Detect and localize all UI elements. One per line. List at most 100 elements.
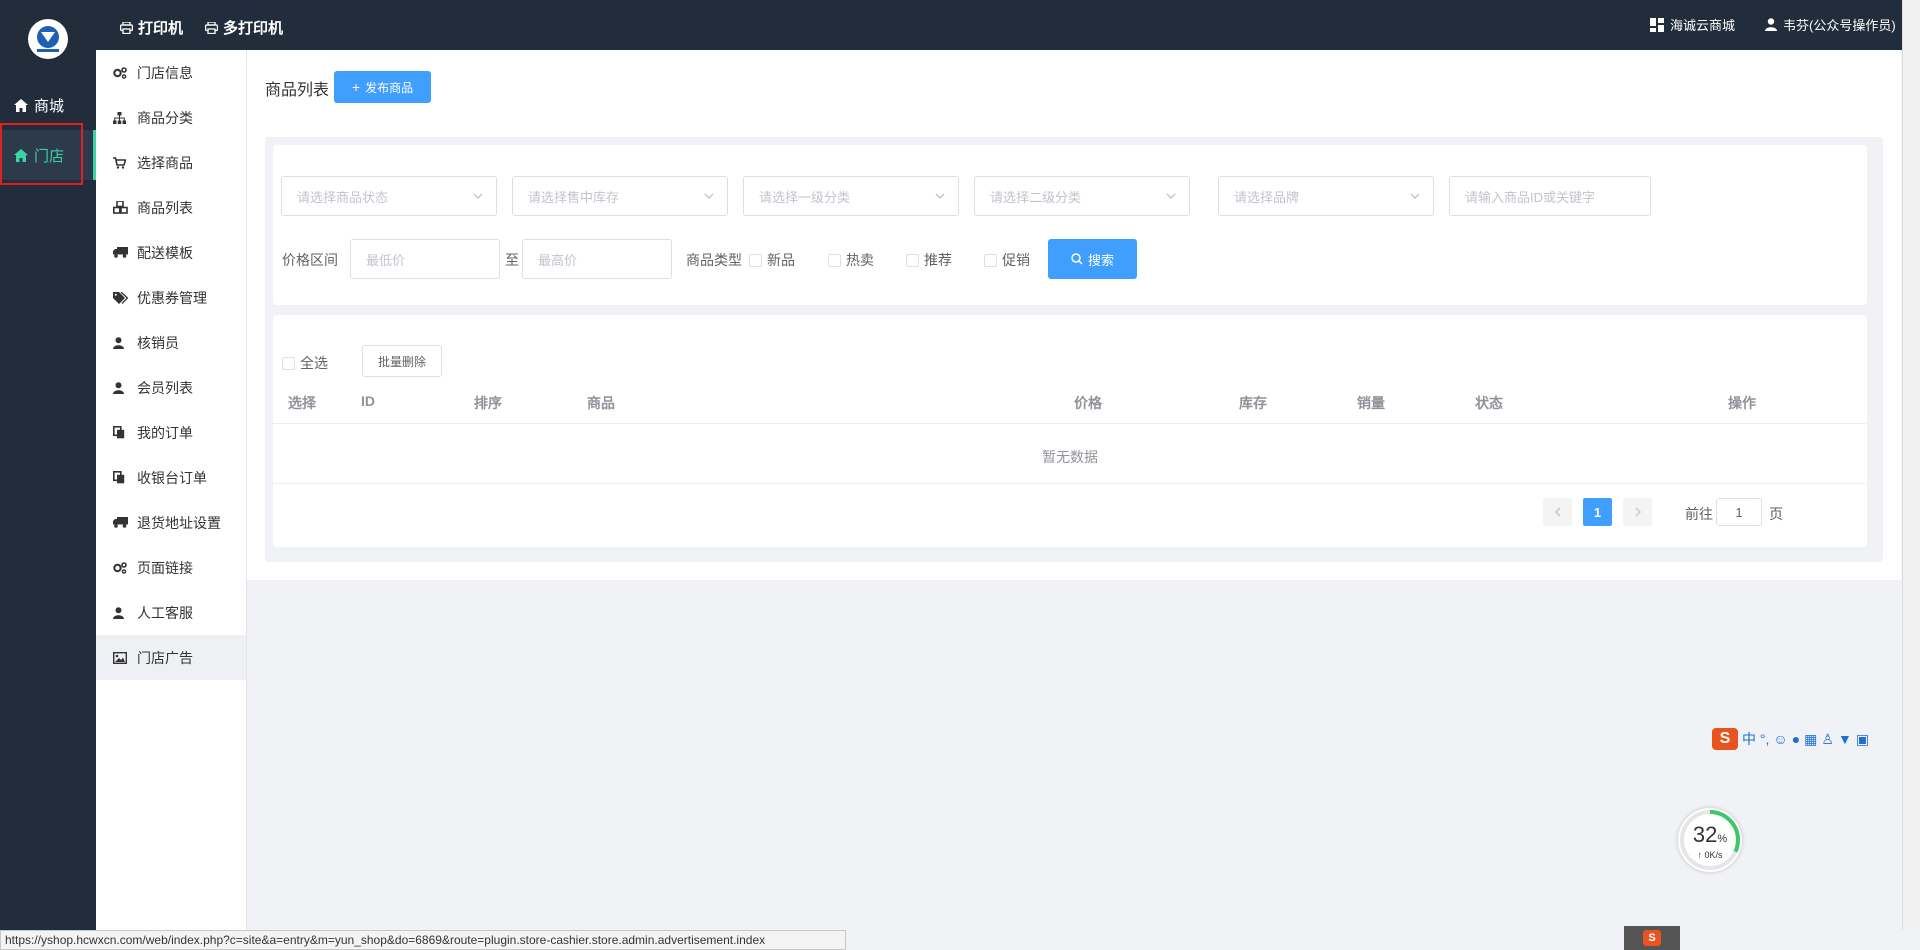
column-header-stock: 库存: [1239, 395, 1267, 411]
network-speed-widget[interactable]: 32% ↑ 0K/s: [1678, 808, 1742, 872]
submenu-item-store-info[interactable]: 门店信息: [96, 50, 246, 95]
publish-goods-button[interactable]: + 发布商品: [334, 71, 431, 103]
status-select[interactable]: 请选择商品状态: [281, 176, 497, 216]
submenu-item-label: 我的订单: [137, 424, 193, 441]
submenu-item-members[interactable]: 会员列表: [96, 365, 246, 410]
speed-percent: 32%: [1692, 822, 1728, 847]
search-button-label: 搜索: [1087, 252, 1114, 268]
logo-emblem-icon: [37, 26, 59, 52]
submenu-item-verifier[interactable]: 核销员: [96, 320, 246, 365]
type-promo-checkbox[interactable]: 促销: [984, 250, 1030, 270]
goto-page-input[interactable]: 1: [1716, 498, 1762, 526]
brand-select-placeholder: 请选择品牌: [1234, 189, 1300, 205]
stock-select[interactable]: 请选择售中库存: [512, 176, 728, 216]
submenu-item-label: 商品列表: [137, 199, 193, 216]
table-card: 全选 批量删除 选择 ID 排序 商品 价格 库存 销量 状态 操作 暂无数据: [273, 315, 1867, 547]
submenu-item-cashier-orders[interactable]: 收银台订单: [96, 455, 246, 500]
category2-select[interactable]: 请选择二级分类: [974, 176, 1190, 216]
submenu-item-label: 页面链接: [137, 559, 193, 576]
main-nav-store[interactable]: 门店: [0, 130, 96, 180]
empty-text: 暂无数据: [1042, 449, 1098, 465]
filter-card: 请选择商品状态 请选择售中库存 请选择一级分类 请选择二级分类 请选择品牌 请输…: [273, 145, 1867, 305]
submenu-item-coupons[interactable]: 优惠券管理: [96, 275, 246, 320]
search-button[interactable]: 搜索: [1048, 239, 1137, 279]
user-menu[interactable]: 韦芬(公众号操作员): [1765, 15, 1896, 34]
goods-panel: 请选择商品状态 请选择售中库存 请选择一级分类 请选择二级分类 请选择品牌 请输…: [265, 137, 1883, 562]
page-title: 商品列表: [265, 82, 330, 99]
app-logo[interactable]: [28, 19, 68, 59]
type-recommend-checkbox[interactable]: 推荐: [906, 250, 952, 270]
next-page-button[interactable]: [1623, 498, 1652, 526]
min-price-input[interactable]: 最低价: [350, 239, 500, 279]
keyword-input[interactable]: 请输入商品ID或关键字: [1449, 176, 1651, 216]
batch-delete-button[interactable]: 批量删除: [362, 345, 442, 377]
multi-printer-label: 多打印机: [223, 20, 284, 37]
max-price-input[interactable]: 最高价: [522, 239, 672, 279]
keyboard-icon: ▦: [1804, 730, 1818, 747]
user-name: 韦芬(公众号操作员): [1783, 18, 1896, 33]
type-promo-label: 促销: [1002, 252, 1030, 268]
microphone-icon: ●: [1791, 731, 1801, 747]
page-suffix: 页: [1769, 506, 1783, 522]
cubes-icon: [113, 201, 131, 214]
checkbox-icon: [984, 253, 997, 267]
taskbar-tray[interactable]: S: [1624, 926, 1680, 950]
truck-icon: [113, 247, 131, 258]
category1-select[interactable]: 请选择一级分类: [743, 176, 959, 216]
prev-page-button[interactable]: [1543, 498, 1572, 526]
search-icon: [1071, 253, 1083, 265]
select-all-checkbox[interactable]: 全选: [282, 353, 328, 373]
printer-link[interactable]: 打印机: [120, 17, 183, 38]
store-link[interactable]: 海诚云商城: [1650, 15, 1735, 34]
stock-select-placeholder: 请选择售中库存: [528, 189, 620, 205]
ime-toolbar[interactable]: S 中 °, ☺ ● ▦ ♙ ▼ ▣: [1712, 726, 1869, 752]
column-header-select: 选择: [288, 395, 316, 411]
goods-type-label: 商品类型: [686, 252, 742, 268]
person-icon: ♙: [1821, 730, 1834, 747]
submenu-item-my-orders[interactable]: 我的订单: [96, 410, 246, 455]
user-icon: [1765, 18, 1777, 31]
submenu-item-label: 退货地址设置: [137, 514, 221, 531]
submenu-item-customer-service[interactable]: 人工客服: [96, 590, 246, 635]
column-header-sort: 排序: [474, 395, 502, 411]
page-number-current[interactable]: 1: [1583, 498, 1612, 526]
to-label: 至: [505, 252, 519, 268]
submenu-item-page-links[interactable]: 页面链接: [96, 545, 246, 590]
cogs-icon: [113, 66, 131, 79]
cart-icon: [113, 156, 131, 169]
submenu: 门店信息 商品分类 选择商品 商品列表 配送模板 优惠券管理 核销员 会员列表 …: [96, 50, 247, 930]
submenu-item-label: 人工客服: [137, 604, 193, 621]
submenu-item-return-address[interactable]: 退货地址设置: [96, 500, 246, 545]
type-new-checkbox[interactable]: 新品: [749, 250, 795, 270]
submenu-item-store-ads[interactable]: 门店广告: [96, 635, 246, 680]
checkbox-icon: [906, 253, 919, 267]
image-icon: [113, 651, 131, 664]
main-content: 商品列表 + 发布商品 请选择商品状态 请选择售中库存 请选择一级分类 请选择二…: [247, 50, 1901, 930]
submenu-item-category[interactable]: 商品分类: [96, 95, 246, 140]
submenu-item-label: 核销员: [137, 334, 179, 351]
type-hot-checkbox[interactable]: 热卖: [828, 250, 874, 270]
speed-rate: ↑ 0K/s: [1697, 850, 1723, 860]
ime-mode-text: 中 °,: [1742, 731, 1770, 747]
submenu-item-label: 优惠券管理: [137, 289, 207, 306]
store-link-label: 海诚云商城: [1670, 18, 1736, 33]
sogou-logo-icon: S: [1712, 728, 1738, 750]
user-icon: [113, 606, 131, 619]
vertical-scrollbar[interactable]: [1902, 0, 1920, 930]
sitemap-icon: [113, 111, 131, 124]
brand-select[interactable]: 请选择品牌: [1218, 176, 1434, 216]
main-nav-mall[interactable]: 商城: [0, 80, 96, 130]
chevron-right-icon: [1635, 507, 1641, 517]
submenu-item-delivery-template[interactable]: 配送模板: [96, 230, 246, 275]
user-icon: [113, 381, 131, 394]
type-new-label: 新品: [767, 252, 795, 268]
printer-icon: [205, 21, 218, 34]
user-icon: [113, 336, 131, 349]
column-header-sales: 销量: [1357, 395, 1385, 411]
min-price-placeholder: 最低价: [366, 252, 406, 268]
submenu-item-goods-list[interactable]: 商品列表: [96, 185, 246, 230]
multi-printer-link[interactable]: 多打印机: [205, 17, 283, 38]
chevron-left-icon: [1554, 507, 1560, 517]
submenu-item-label: 门店信息: [137, 64, 193, 81]
submenu-item-select-goods[interactable]: 选择商品: [96, 140, 246, 185]
